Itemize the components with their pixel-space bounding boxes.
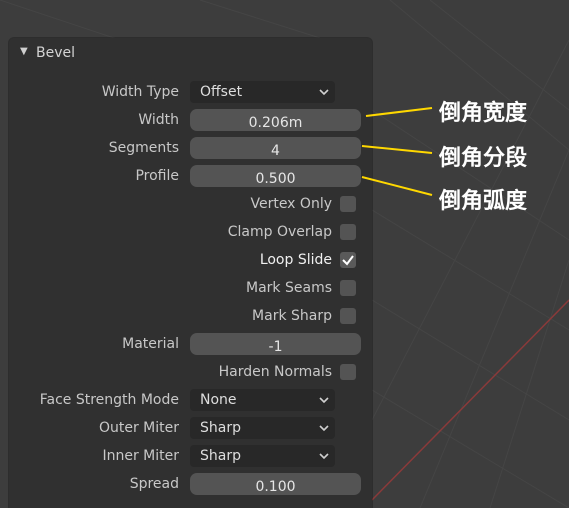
profile-annotation: 倒角弧度 xyxy=(439,189,528,214)
3d-viewport[interactable]: ▼ Bevel Width Type Offset Width 0.206m S… xyxy=(0,0,569,508)
segments-annotation: 倒角分段 xyxy=(439,146,528,171)
width-callout-line xyxy=(365,107,433,117)
annotation-lines xyxy=(361,107,433,196)
segments-callout-line xyxy=(361,145,433,154)
width-annotation: 倒角宽度 xyxy=(439,101,528,126)
profile-callout-line xyxy=(361,176,433,196)
